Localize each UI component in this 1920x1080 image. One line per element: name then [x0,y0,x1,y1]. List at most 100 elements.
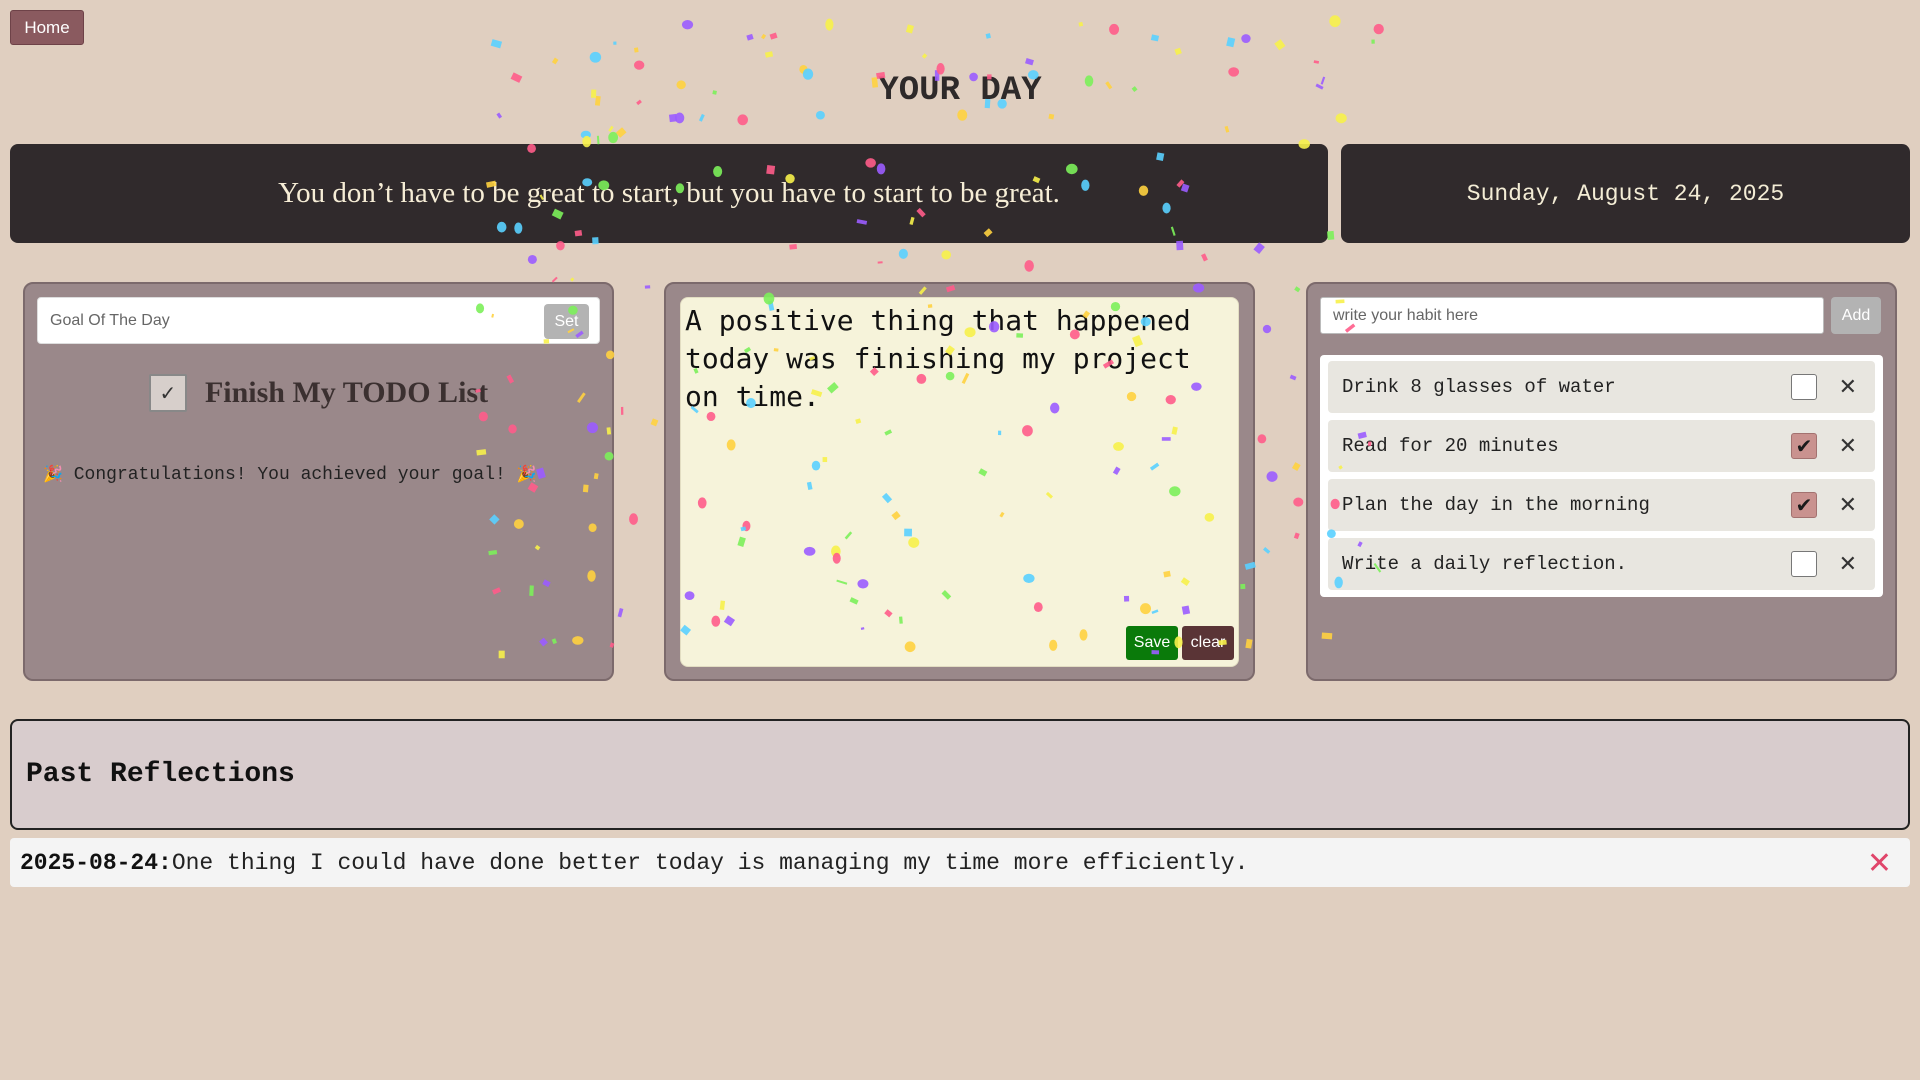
habit-checkbox[interactable]: ✔ [1791,433,1817,459]
delete-reflection-icon[interactable]: ✕ [1867,846,1892,881]
delete-icon[interactable]: ✕ [1839,493,1857,518]
confetti-piece [596,135,600,145]
confetti-piece [674,112,685,124]
confetti-piece [608,125,614,132]
goal-text: Finish My TODO List [204,376,489,409]
confetti-piece [644,285,651,289]
goal-panel: Set ✓ Finish My TODO List 🎉 Congratulati… [23,282,614,681]
reflection-text: One thing I could have done better today… [171,849,1249,876]
confetti-piece [1025,58,1034,66]
confetti-piece [1048,113,1055,120]
habit-item: Read for 20 minutes ✔ ✕ [1328,420,1875,472]
confetti-piece [1253,242,1265,255]
confetti-piece [1150,34,1160,42]
confetti-piece [941,250,952,260]
date-text: Sunday, August 24, 2025 [1466,180,1785,207]
confetti-piece [1293,497,1304,507]
confetti-piece [1241,34,1251,43]
confetti-piece [613,41,617,45]
habit-item: Plan the day in the morning ✔ ✕ [1328,479,1875,531]
habit-label: Drink 8 glasses of water [1342,376,1616,398]
confetti-piece [905,24,914,34]
confetti-piece [608,131,619,144]
confetti-piece [825,18,834,31]
confetti-piece [490,39,503,49]
confetti-piece [633,60,645,70]
delete-icon[interactable]: ✕ [1839,552,1857,577]
confetti-piece [1335,113,1347,124]
confetti-piece [921,53,928,59]
journal-text[interactable]: A positive thing that happened today was… [685,302,1230,416]
confetti-piece [957,109,968,121]
confetti-piece [1226,37,1236,48]
confetti-piece [551,57,559,65]
reflection-date: 2025-08-24: [20,849,172,876]
confetti-piece [1274,39,1286,51]
habit-item: Drink 8 glasses of water ✕ [1328,361,1875,413]
save-button[interactable]: Save [1126,626,1178,660]
confetti-piece [1327,230,1335,241]
party-popper-icon: 🎉 [43,464,63,483]
page-title: YOUR DAY [878,72,1042,110]
journal-panel: A positive thing that happened today was… [664,282,1255,681]
confetti-piece [698,113,705,122]
confetti-piece [527,254,537,264]
habit-checkbox[interactable]: ✔ [1791,492,1817,518]
confetti-piece [1174,47,1182,56]
confetti-piece [1293,532,1300,540]
habit-checkbox[interactable] [1791,551,1817,577]
reflection-entry: 2025-08-24: One thing I could have done … [10,838,1910,887]
habits-panel: Add Drink 8 glasses of water ✕ Read for … [1306,282,1897,681]
party-popper-icon: 🎉 [516,464,537,483]
confetti-piece [898,248,908,259]
confetti-piece [589,51,602,63]
confetti-piece [617,608,624,618]
journal-textarea[interactable]: A positive thing that happened today was… [680,297,1239,667]
quote-text: You don’t have to be great to start, but… [278,177,1060,209]
confetti-piece [580,130,592,139]
delete-icon[interactable]: ✕ [1839,434,1857,459]
confetti-piece [985,33,991,39]
goal-row: ✓ Finish My TODO List [25,374,612,412]
habit-checkbox[interactable] [1791,374,1817,400]
confetti-piece [1294,286,1301,293]
delete-icon[interactable]: ✕ [1839,375,1857,400]
confetti-piece [737,114,748,126]
habit-input[interactable] [1320,297,1824,334]
confetti-piece [1262,324,1272,334]
confetti-piece [764,51,774,58]
confetti-piece [1371,39,1375,44]
confetti-piece [1266,471,1278,482]
confetti-piece [668,113,678,123]
confetti-piece [877,261,883,264]
confetti-piece [681,19,694,30]
confetti-piece [1329,15,1341,28]
confetti-piece [1313,60,1320,64]
goal-input-box: Set [37,297,600,344]
habit-label: Plan the day in the morning [1342,494,1650,516]
confetti-piece [1263,547,1271,554]
confetti-piece [761,33,767,40]
goal-checkbox[interactable]: ✓ [148,374,187,412]
congrats-message: 🎉 Congratulations! You achieved your goa… [43,464,537,485]
habit-item: Write a daily reflection. ✕ [1328,538,1875,590]
date-banner: Sunday, August 24, 2025 [1341,144,1910,243]
confetti-piece [620,406,624,415]
confetti-piece [1224,125,1230,133]
confetti-piece [1289,374,1297,381]
home-button[interactable]: Home [10,10,84,45]
confetti-piece [1257,434,1267,444]
add-habit-button[interactable]: Add [1831,297,1881,334]
clear-button[interactable]: clear [1182,626,1234,660]
past-reflections-title: Past Reflections [26,759,295,790]
congrats-text: Congratulations! You achieved your goal! [73,465,506,485]
confetti-piece [570,277,575,282]
past-reflections-header: Past Reflections [10,719,1910,830]
confetti-piece [496,112,503,119]
confetti-piece [1292,462,1301,472]
confetti-piece [746,33,754,41]
confetti-piece [789,244,798,250]
confetti-piece [634,47,639,53]
goal-input[interactable] [38,298,538,343]
set-goal-button[interactable]: Set [544,304,589,339]
